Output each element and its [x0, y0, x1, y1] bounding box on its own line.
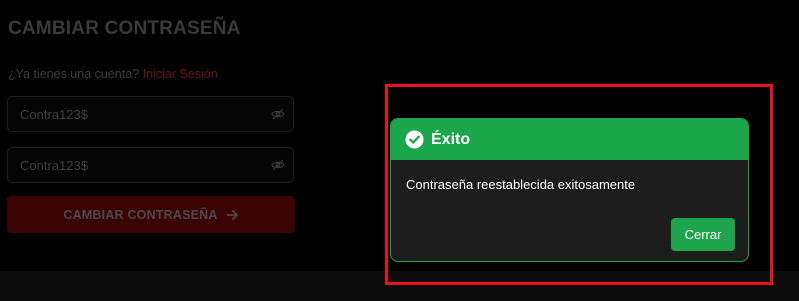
close-button[interactable]: Cerrar — [671, 218, 735, 251]
change-password-button[interactable]: CAMBIAR CONTRASEÑA — [7, 196, 295, 233]
dialog-message: Contraseña reestablecida exitosamente — [406, 177, 636, 192]
change-password-button-label: CAMBIAR CONTRASEÑA — [63, 207, 218, 222]
dialog-title: Éxito — [431, 130, 471, 148]
eye-off-icon[interactable] — [271, 159, 285, 171]
login-prompt: ¿Ya tienes una cuenta? Iniciar Sesión — [8, 67, 218, 81]
login-prompt-text: ¿Ya tienes una cuenta? — [8, 67, 140, 81]
success-dialog: Éxito Contraseña reestablecida exitosame… — [390, 118, 749, 262]
confirm-password-input-value[interactable]: Contra123$ — [20, 158, 88, 173]
check-circle-icon — [405, 130, 424, 149]
password-field[interactable]: Contra123$ — [7, 96, 294, 132]
eye-off-icon[interactable] — [271, 108, 285, 120]
password-input-value[interactable]: Contra123$ — [20, 107, 88, 122]
login-link[interactable]: Iniciar Sesión — [143, 67, 218, 81]
arrow-right-icon — [226, 209, 238, 220]
page-title: CAMBIAR CONTRASEÑA — [8, 18, 241, 39]
confirm-password-field[interactable]: Contra123$ — [7, 147, 294, 183]
dialog-header: Éxito — [391, 119, 748, 160]
